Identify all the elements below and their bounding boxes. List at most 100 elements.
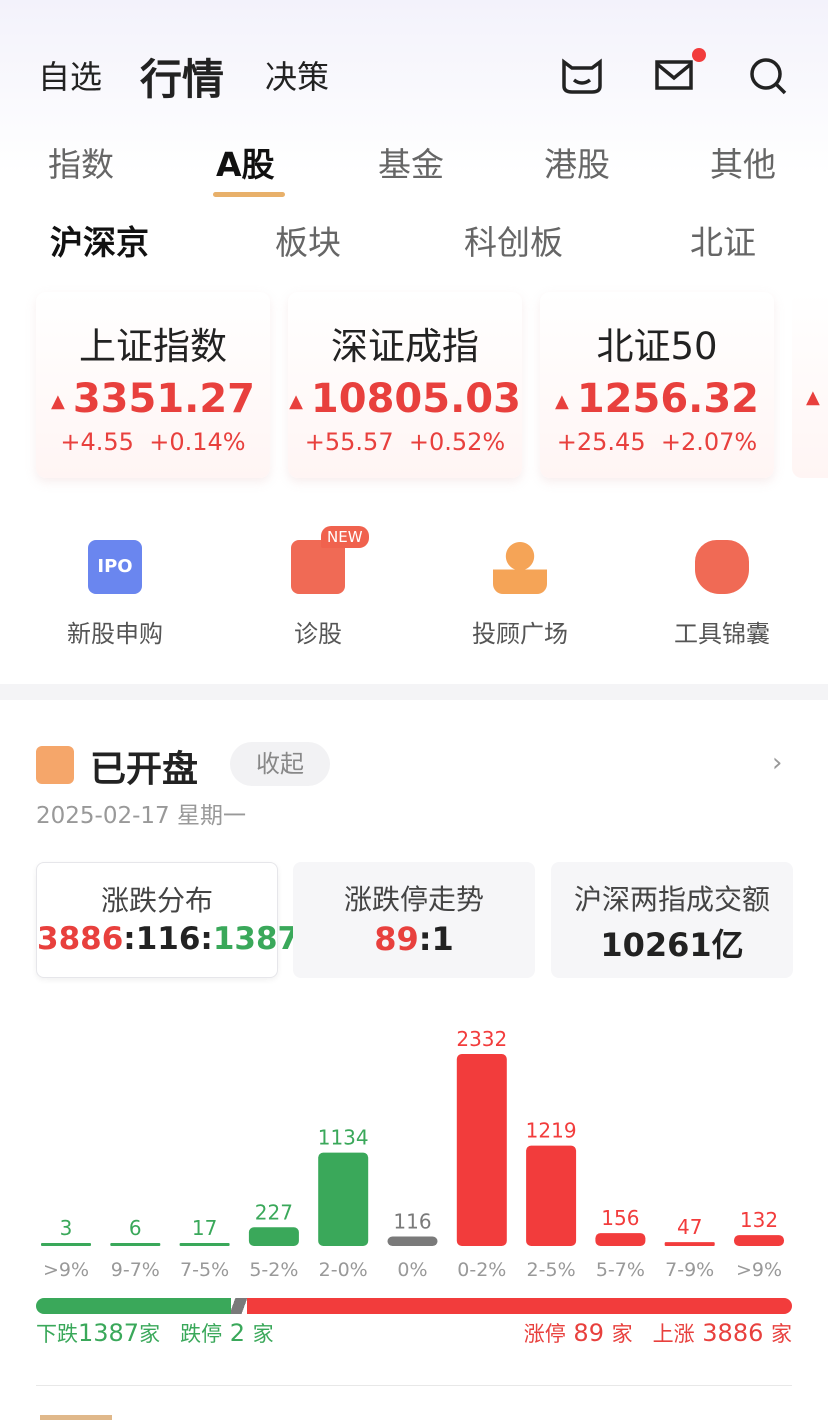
tool-toolbag[interactable]: 工具锦囊 — [642, 540, 802, 649]
stat-title: 涨跌停走势 — [343, 883, 484, 916]
index-card-bse50[interactable]: 北证50 ▲ 1256.32 +25.45 +2.07% — [540, 292, 774, 478]
category-label: 7-5% — [180, 1259, 229, 1281]
index-change: +25.45 — [556, 428, 646, 456]
category-label: 0-2% — [457, 1259, 506, 1281]
stat-title: 涨跌分布 — [100, 884, 213, 917]
bar-value-label: 1219 — [526, 1119, 577, 1143]
index-pct: +2.07% — [660, 428, 758, 456]
tool-label: 新股申购 — [67, 620, 163, 648]
category-label: 7-9% — [665, 1259, 714, 1281]
bar — [110, 1243, 161, 1246]
subtab-hsj[interactable]: 沪深京 — [50, 216, 149, 264]
index-change: +55.57 — [304, 428, 394, 456]
index-pct: +0.52% — [408, 428, 506, 456]
tab-watchlist[interactable]: 自选 — [38, 52, 102, 98]
next-section-icon — [40, 1415, 112, 1420]
bar — [318, 1152, 369, 1246]
breadth-bar — [36, 1298, 792, 1314]
tool-label: 工具锦囊 — [674, 620, 770, 648]
limit-up-count: 89 — [374, 920, 419, 958]
mail-icon[interactable] — [655, 58, 695, 92]
tab-market[interactable]: 行情 — [140, 46, 224, 107]
index-card-partial[interactable]: ▲ — [792, 292, 828, 478]
tab-a-share[interactable]: A股 — [216, 138, 275, 186]
bar — [387, 1236, 438, 1246]
collapse-button[interactable]: 收起 — [230, 742, 330, 786]
up-arrow-icon: ▲ — [554, 390, 569, 412]
subtab-bse[interactable]: 北证 — [690, 216, 756, 264]
bar — [248, 1227, 299, 1246]
tab-decision[interactable]: 决策 — [265, 52, 329, 98]
index-name: 北证50 — [596, 325, 718, 368]
category-label: 9-7% — [111, 1259, 160, 1281]
advisor-icon — [493, 540, 547, 594]
bar-value-label: 3 — [60, 1216, 73, 1240]
toolbag-icon — [695, 540, 749, 594]
cat-icon[interactable] — [560, 56, 604, 96]
category-label: 2-0% — [319, 1259, 368, 1281]
category-label: >9% — [736, 1259, 782, 1281]
stat-title: 沪深两指成交额 — [573, 883, 770, 916]
down-count: 1387 — [212, 921, 300, 957]
bar-value-label: 17 — [192, 1216, 217, 1240]
bar-value-label: 2332 — [456, 1027, 507, 1051]
breadth-up — [246, 1298, 792, 1314]
market-date: 2025-02-17 星期一 — [36, 803, 246, 829]
index-value: 1256.32 — [576, 376, 760, 422]
index-value: 10805.03 — [310, 376, 521, 422]
diagnose-icon: NEW — [291, 526, 369, 594]
candlestick-icon — [36, 746, 74, 784]
tool-advisor[interactable]: 投顾广场 — [440, 540, 600, 649]
tab-fund[interactable]: 基金 — [378, 138, 444, 186]
tab-hk[interactable]: 港股 — [544, 138, 610, 186]
bar-value-label: 116 — [393, 1209, 431, 1233]
index-card-szse[interactable]: 深证成指 ▲ 10805.03 +55.57 +0.52% — [288, 292, 522, 478]
bar — [664, 1242, 715, 1246]
index-name: 上证指数 — [79, 325, 227, 368]
bar-value-label: 227 — [255, 1200, 293, 1224]
category-label: 2-5% — [527, 1259, 576, 1281]
index-pct: +0.14% — [149, 428, 246, 456]
breadth-down — [36, 1298, 231, 1314]
limit-down-count: 1 — [431, 920, 454, 958]
ipo-calendar-icon: IPO — [88, 540, 142, 594]
stat-limit-trend[interactable]: 涨跌停走势 89:1 — [293, 862, 535, 978]
stat-distribution[interactable]: 涨跌分布 3886:116:1387 — [36, 862, 299, 978]
market-status-title: 已开盘 — [90, 749, 199, 790]
bar — [41, 1243, 91, 1246]
search-icon[interactable] — [748, 56, 788, 96]
tab-other[interactable]: 其他 — [710, 138, 776, 186]
index-card-sse[interactable]: 上证指数 ▲ 3351.27 +4.55 +0.14% — [36, 292, 270, 478]
bar-value-label: 156 — [601, 1206, 639, 1230]
down-legend: 下跌1387家 跌停 2 家 — [36, 1319, 274, 1347]
up-count: 3886 — [37, 921, 124, 957]
category-label: 5-7% — [596, 1259, 645, 1281]
tool-diagnose[interactable]: NEW 诊股 — [238, 526, 398, 649]
flat-count: 116 — [135, 921, 201, 957]
tool-label: 诊股 — [294, 620, 342, 648]
index-change: +4.55 — [60, 428, 134, 456]
up-arrow-icon: ▲ — [806, 386, 820, 408]
bar-value-label: 1134 — [318, 1126, 369, 1150]
active-tab-indicator — [213, 192, 285, 197]
new-badge: NEW — [321, 526, 369, 548]
breadth-flat — [230, 1298, 247, 1314]
distribution-chart: 3 >9% 6 9-7% 17 7-5% 227 5-2% 1134 2-0% 116 0% 2332 0… — [41, 1027, 784, 1281]
up-arrow-icon: ▲ — [289, 390, 303, 412]
subtab-sector[interactable]: 板块 — [275, 216, 341, 264]
up-legend: 涨停 89 家 上涨 3886 家 — [523, 1319, 792, 1347]
bar — [526, 1145, 577, 1246]
tool-ipo[interactable]: IPO 新股申购 — [35, 540, 195, 649]
subtab-star[interactable]: 科创板 — [464, 216, 563, 264]
stat-turnover[interactable]: 沪深两指成交额 10261亿 — [551, 862, 793, 978]
divider — [36, 1385, 792, 1386]
category-label: 0% — [397, 1259, 427, 1281]
category-label: >9% — [43, 1259, 89, 1281]
chevron-right-icon[interactable]: › — [772, 748, 782, 778]
tool-label: 投顾广场 — [472, 620, 568, 648]
tab-index[interactable]: 指数 — [48, 138, 114, 186]
index-name: 深证成指 — [331, 325, 479, 368]
bar — [179, 1243, 230, 1246]
bar — [595, 1233, 646, 1246]
category-label: 5-2% — [249, 1259, 298, 1281]
